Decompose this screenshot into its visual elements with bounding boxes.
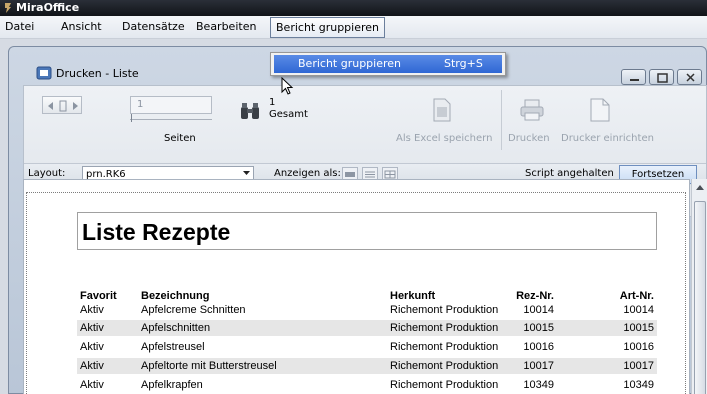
print-window: Drucken - Liste 1 Seiten 1 Gesamt Als Ex… [8, 46, 707, 394]
cell-rez-nr: 10349 [523, 379, 554, 391]
maximize-icon [657, 73, 668, 83]
page-setup-icon [590, 98, 610, 122]
dropdown-menu: Bericht gruppieren Strg+S [270, 52, 506, 76]
page-margin-right [685, 192, 686, 394]
page-nav-arrows-icon [48, 100, 78, 112]
cell-art-nr: 10015 [623, 322, 654, 334]
page-slider[interactable] [130, 119, 212, 120]
scroll-up-icon[interactable] [696, 185, 704, 191]
menu-bearbeiten[interactable]: Bearbeiten [191, 16, 261, 38]
table-row: Aktiv Apfelstreusel Richemont Produktion… [77, 339, 657, 355]
menubar: Datei Ansicht Datensätze Bearbeiten Beri… [0, 16, 707, 39]
cell-rez-nr: 10016 [523, 341, 554, 353]
minimize-icon [630, 79, 639, 81]
save-as-excel-label: Als Excel speichern [396, 133, 493, 144]
dropdown-item-shortcut: Strg+S [444, 57, 483, 70]
dropdown-item-label: Bericht gruppieren [298, 57, 402, 70]
menu-datei[interactable]: Datei [0, 16, 39, 38]
cell-favorit: Aktiv [80, 360, 104, 372]
pages-label: Seiten [164, 133, 196, 144]
cell-herkunft: Richemont Produktion [390, 341, 499, 353]
view-as-label: Anzeigen als: [274, 168, 341, 179]
printer-icon [520, 99, 544, 121]
cell-art-nr: 10014 [623, 304, 654, 316]
cell-favorit: Aktiv [80, 322, 104, 334]
app-titlebar: MiraOffice [0, 0, 707, 16]
cell-art-nr: 10016 [623, 341, 654, 353]
table-row: Aktiv Apfeltorte mit Butterstreusel Rich… [77, 358, 657, 374]
cell-herkunft: Richemont Produktion [390, 379, 499, 391]
cell-favorit: Aktiv [80, 304, 104, 316]
scrollbar-thumb[interactable] [694, 201, 706, 394]
report-header: Liste Rezepte [77, 212, 657, 250]
menu-bericht-gruppieren[interactable]: Bericht gruppieren [270, 17, 386, 38]
page-navigation[interactable] [42, 96, 82, 114]
page-slider-handle[interactable] [131, 114, 132, 122]
cell-favorit: Aktiv [80, 379, 104, 391]
table-row: Aktiv Apfelschnitten Richemont Produktio… [77, 320, 657, 336]
table-row: Aktiv Apfelkrapfen Richemont Produktion … [77, 377, 657, 393]
minimize-button[interactable] [621, 69, 646, 85]
cell-bezeichnung: Apfelstreusel [141, 341, 205, 353]
cell-art-nr: 10017 [623, 360, 654, 372]
cell-art-nr: 10349 [623, 379, 654, 391]
current-page-input[interactable]: 1 [130, 96, 212, 114]
chevron-down-icon [243, 171, 250, 175]
binoculars-icon [241, 103, 259, 119]
cell-bezeichnung: Apfelkrapfen [141, 379, 203, 391]
cell-herkunft: Richemont Produktion [390, 360, 499, 372]
script-status: Script angehalten [525, 168, 614, 179]
maximize-button[interactable] [649, 69, 674, 85]
mouse-cursor-icon [281, 77, 294, 95]
report-preview: Liste Rezepte Favorit Bezeichnung Herkun… [23, 179, 690, 394]
cell-favorit: Aktiv [80, 341, 104, 353]
close-button[interactable] [677, 69, 702, 85]
menu-datensaetze[interactable]: Datensätze [117, 16, 190, 38]
page-margin-left [26, 192, 27, 394]
close-icon [686, 73, 695, 82]
cell-bezeichnung: Apfeltorte mit Butterstreusel [141, 360, 277, 372]
cell-rez-nr: 10017 [523, 360, 554, 372]
table-row: Aktiv Apfelcreme Schnitten Richemont Pro… [77, 302, 657, 318]
print-preview-icon [36, 66, 52, 80]
layout-label: Layout: [28, 168, 66, 179]
record-count: 1 [269, 97, 276, 108]
vertical-scrollbar[interactable] [691, 179, 707, 394]
print-label: Drucken [508, 133, 550, 144]
cell-herkunft: Richemont Produktion [390, 322, 499, 334]
printer-setup-label: Drucker einrichten [561, 133, 654, 144]
record-count-label: Gesamt [269, 109, 308, 120]
app-logo-icon [5, 3, 11, 13]
menu-ansicht[interactable]: Ansicht [56, 16, 107, 38]
page-margin-top [26, 192, 686, 193]
cell-rez-nr: 10015 [523, 322, 554, 334]
cell-bezeichnung: Apfelschnitten [141, 322, 211, 334]
window-title: Drucken - Liste [56, 67, 139, 80]
cell-bezeichnung: Apfelcreme Schnitten [141, 304, 246, 316]
report-title: Liste Rezepte [82, 219, 231, 245]
excel-document-icon [433, 98, 451, 122]
app-title: MiraOffice [16, 1, 80, 14]
toolbar-separator [501, 90, 502, 150]
dropdown-item-bericht-gruppieren[interactable]: Bericht gruppieren Strg+S [274, 55, 502, 73]
cell-herkunft: Richemont Produktion [390, 304, 499, 316]
cell-rez-nr: 10014 [523, 304, 554, 316]
